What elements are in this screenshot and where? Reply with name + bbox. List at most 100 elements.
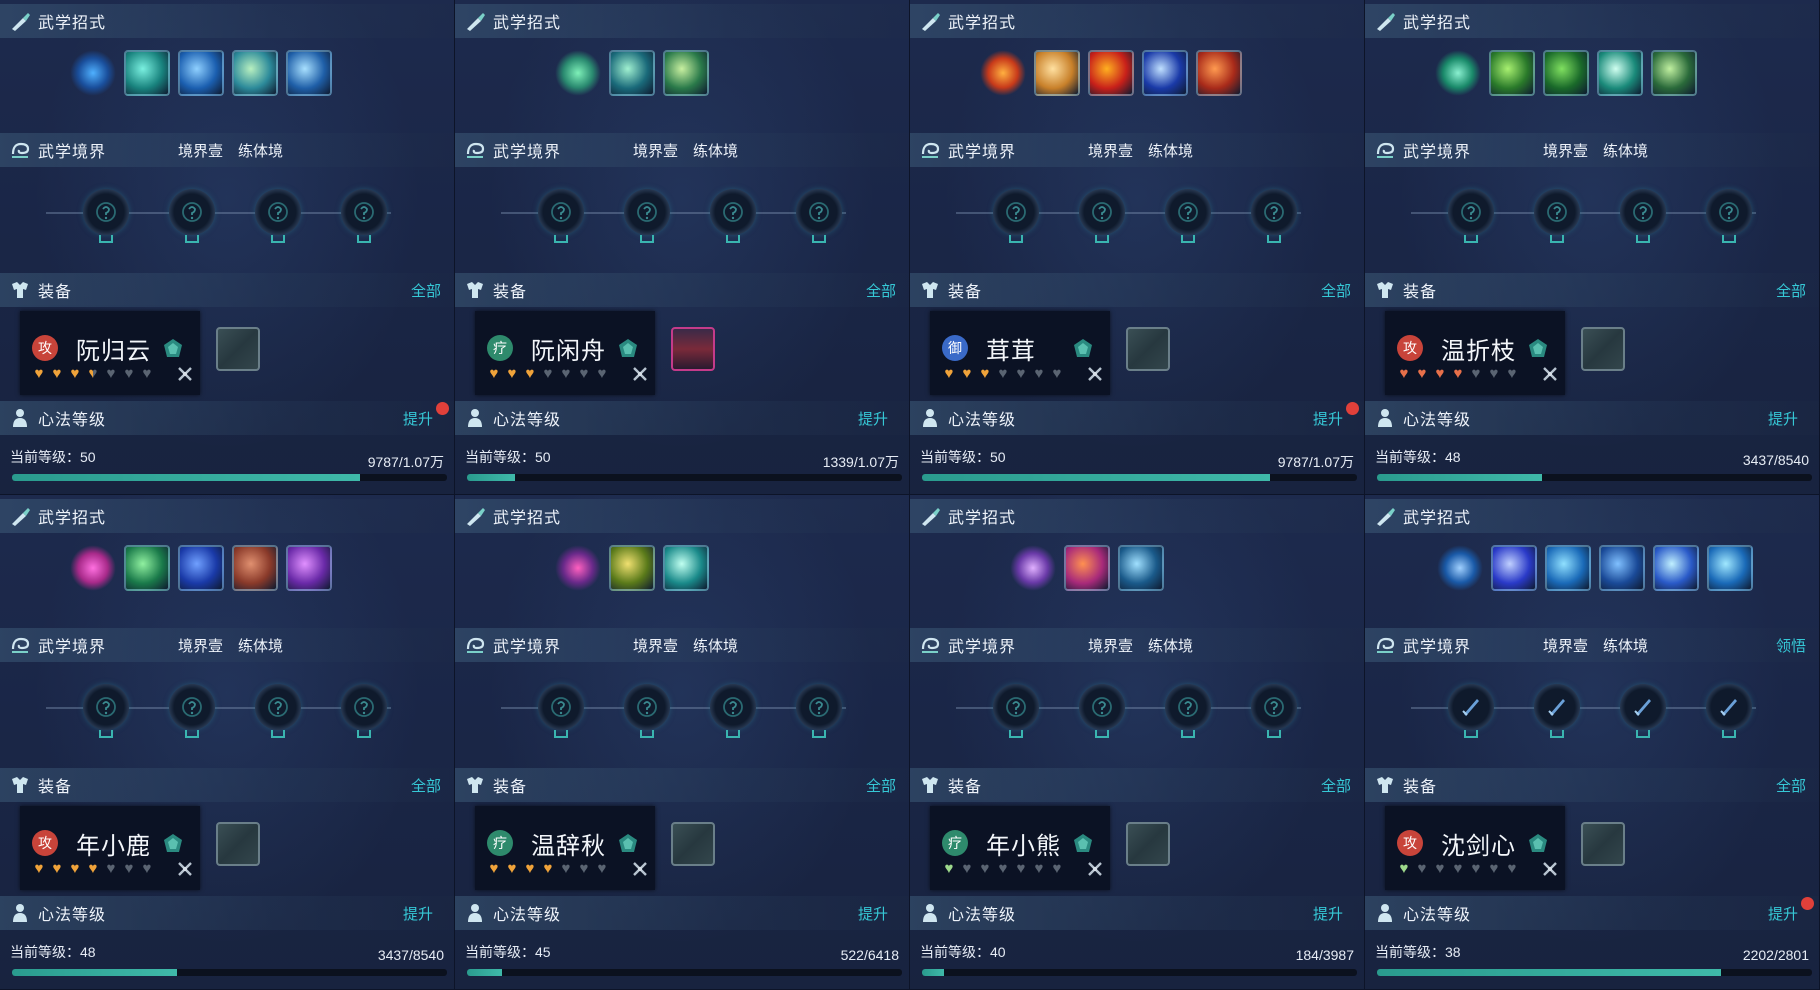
character-card[interactable]: 御茸茸 ♥ ♥ ♥ ♥ ♥ ♥ ♥ [930,311,1110,395]
upgrade-button[interactable]: 提升 [858,903,888,924]
skill-orb-icon[interactable] [980,50,1026,96]
skill-orb-icon[interactable] [1435,50,1481,96]
skill-icon[interactable] [1651,50,1697,96]
realm-node-locked-icon[interactable] [1448,189,1494,235]
realm-node-locked-icon[interactable] [341,684,387,730]
skill-icon[interactable] [1489,50,1535,96]
realm-node-locked-icon[interactable] [624,189,670,235]
upgrade-button[interactable]: 提升 [403,903,433,924]
skill-orb-icon[interactable] [70,545,116,591]
skill-orb-icon[interactable] [555,50,601,96]
realm-node-sword-icon[interactable] [1448,684,1494,730]
realm-node-locked-icon[interactable] [1079,684,1125,730]
skill-icon[interactable] [286,50,332,96]
skill-icon[interactable] [1034,50,1080,96]
skill-icon[interactable] [286,545,332,591]
realm-node-locked-icon[interactable] [710,189,756,235]
realm-node-locked-icon[interactable] [1620,189,1666,235]
empty-equip-slot[interactable] [1581,327,1625,371]
equip-all-link[interactable]: 全部 [866,775,896,796]
skill-icon[interactable] [124,50,170,96]
skill-icon[interactable] [1543,50,1589,96]
equip-all-link[interactable]: 全部 [1321,280,1351,301]
equip-all-link[interactable]: 全部 [866,280,896,301]
skill-icon[interactable] [1597,50,1643,96]
upgrade-button[interactable]: 提升 [1313,408,1343,429]
character-card[interactable]: 疗温辞秋 ♥ ♥ ♥ ♥ ♥ ♥ ♥ [475,806,655,890]
character-card[interactable]: 攻温折枝 ♥ ♥ ♥ ♥ ♥ ♥ ♥ [1385,311,1565,395]
realm-node-locked-icon[interactable] [796,189,842,235]
empty-equip-slot[interactable] [1581,822,1625,866]
skill-icon[interactable] [1196,50,1242,96]
realm-node-locked-icon[interactable] [83,189,129,235]
realm-node-locked-icon[interactable] [1251,684,1297,730]
skill-icon[interactable] [609,50,655,96]
skill-icon[interactable] [232,50,278,96]
realm-node-locked-icon[interactable] [624,684,670,730]
skill-icon[interactable] [1118,545,1164,591]
realm-node-locked-icon[interactable] [538,189,584,235]
skill-icon[interactable] [1088,50,1134,96]
realm-node-sword-icon[interactable] [1706,684,1752,730]
skill-orb-icon[interactable] [555,545,601,591]
upgrade-button[interactable]: 提升 [403,408,433,429]
upgrade-button[interactable]: 提升 [858,408,888,429]
realm-node-locked-icon[interactable] [1079,189,1125,235]
realm-node-locked-icon[interactable] [1165,189,1211,235]
realm-node-locked-icon[interactable] [796,684,842,730]
skill-icon[interactable] [178,50,224,96]
realm-node-locked-icon[interactable] [169,189,215,235]
realm-node-locked-icon[interactable] [1251,189,1297,235]
skill-orb-icon[interactable] [70,50,116,96]
skill-icon[interactable] [663,50,709,96]
skill-icon[interactable] [1142,50,1188,96]
realm-node-locked-icon[interactable] [1534,189,1580,235]
realm-node-locked-icon[interactable] [538,684,584,730]
realm-node-locked-icon[interactable] [993,684,1039,730]
character-card[interactable]: 疗阮闲舟 ♥ ♥ ♥ ♥ ♥ ♥ ♥ [475,311,655,395]
character-card[interactable]: 攻沈剑心 ♥ ♥ ♥ ♥ ♥ ♥ ♥ [1385,806,1565,890]
skill-orb-icon[interactable] [1437,545,1483,591]
skill-icon[interactable] [1653,545,1699,591]
realm-node-sword-icon[interactable] [1534,684,1580,730]
upgrade-button[interactable]: 提升 [1313,903,1343,924]
equip-all-link[interactable]: 全部 [411,775,441,796]
skill-icon[interactable] [1707,545,1753,591]
realm-node-sword-icon[interactable] [1620,684,1666,730]
empty-equip-slot[interactable] [671,822,715,866]
skill-icon[interactable] [1599,545,1645,591]
equip-all-link[interactable]: 全部 [1776,280,1806,301]
skill-icon[interactable] [232,545,278,591]
empty-equip-slot[interactable] [1126,327,1170,371]
realm-node-locked-icon[interactable] [83,684,129,730]
skill-icon[interactable] [609,545,655,591]
character-card[interactable]: 攻年小鹿 ♥ ♥ ♥ ♥ ♥ ♥ ♥ [20,806,200,890]
realm-node-locked-icon[interactable] [255,189,301,235]
skill-icon[interactable] [1491,545,1537,591]
equipped-item-slot[interactable] [671,327,715,371]
equip-all-link[interactable]: 全部 [1776,775,1806,796]
skill-icon[interactable] [124,545,170,591]
empty-equip-slot[interactable] [216,822,260,866]
skill-icon[interactable] [1545,545,1591,591]
equip-all-link[interactable]: 全部 [1321,775,1351,796]
realm-node-locked-icon[interactable] [255,684,301,730]
realm-node-locked-icon[interactable] [169,684,215,730]
realm-node-locked-icon[interactable] [710,684,756,730]
skill-orb-icon[interactable] [1010,545,1056,591]
upgrade-button[interactable]: 提升 [1768,408,1798,429]
character-card[interactable]: 疗年小熊 ♥ ♥ ♥ ♥ ♥ ♥ ♥ [930,806,1110,890]
realm-node-locked-icon[interactable] [341,189,387,235]
skill-icon[interactable] [663,545,709,591]
realm-node-locked-icon[interactable] [1165,684,1211,730]
realm-node-locked-icon[interactable] [993,189,1039,235]
empty-equip-slot[interactable] [1126,822,1170,866]
comprehend-button[interactable]: 领悟 [1776,635,1806,656]
upgrade-button[interactable]: 提升 [1768,903,1798,924]
realm-node-locked-icon[interactable] [1706,189,1752,235]
skill-icon[interactable] [178,545,224,591]
empty-equip-slot[interactable] [216,327,260,371]
skill-icon[interactable] [1064,545,1110,591]
equip-all-link[interactable]: 全部 [411,280,441,301]
character-card[interactable]: 攻阮归云 ♥ ♥ ♥ ♥ ♥ ♥ ♥ [20,311,200,395]
